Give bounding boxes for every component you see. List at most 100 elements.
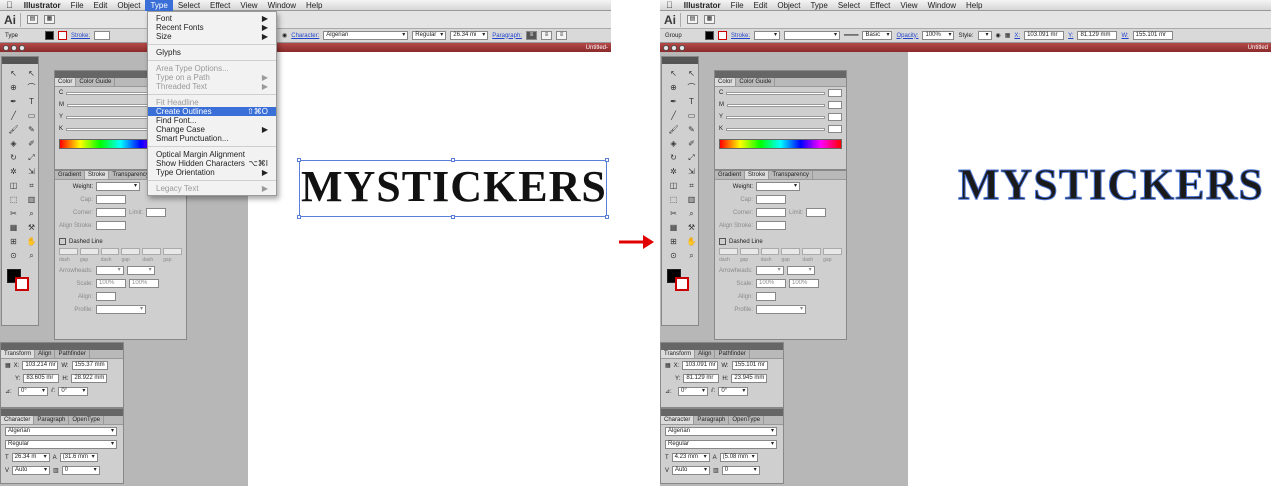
artboard[interactable] [248, 52, 611, 486]
profile-select[interactable] [96, 305, 146, 314]
color-spectrum[interactable] [719, 139, 842, 149]
tool-icon[interactable]: ⚒ [23, 221, 40, 234]
weight-field[interactable] [756, 182, 800, 191]
tool-icon[interactable]: ⌕ [683, 249, 700, 262]
tab-transparency[interactable]: Transparency [769, 171, 813, 179]
tool-icon[interactable]: ╱ [665, 109, 682, 122]
zoom-window-icon[interactable] [679, 44, 685, 51]
align-buttons[interactable] [756, 292, 776, 301]
gap-field[interactable] [739, 248, 759, 255]
tool-icon[interactable]: ◫ [5, 179, 22, 192]
type-menu-item-glyphs[interactable]: Glyphs [148, 48, 276, 57]
resize-handle[interactable] [451, 215, 455, 219]
h-field[interactable]: 23.945 mm [731, 374, 768, 383]
tab-opentype[interactable]: OpenType [729, 416, 765, 424]
align-center-icon[interactable]: ≡ [540, 31, 552, 40]
tool-icon[interactable]: ⌗ [683, 179, 700, 192]
menu-select[interactable]: Select [833, 0, 865, 11]
apple-icon[interactable]:  [660, 0, 679, 11]
tool-icon[interactable]: ⇲ [23, 165, 40, 178]
minimize-window-icon[interactable] [671, 44, 677, 51]
style-select[interactable] [977, 31, 992, 40]
tool-icon[interactable]: ⬚ [5, 193, 22, 206]
bridge-icon[interactable]: ▤ [27, 15, 38, 24]
globe-icon[interactable]: ◉ [996, 32, 1001, 39]
tool-icon[interactable]: ◈ [5, 137, 22, 150]
char-kerning-field[interactable]: Auto [672, 466, 711, 475]
tool-icon[interactable]: ✋ [23, 235, 40, 248]
tab-gradient[interactable]: Gradient [55, 171, 86, 179]
char-style-select[interactable]: Regular [665, 440, 777, 449]
char-style-select[interactable]: Regular [5, 440, 117, 449]
y-field[interactable]: 83.605 mr [23, 374, 60, 383]
font-size-field[interactable]: 26.34 mi [450, 31, 489, 40]
tool-icon[interactable]: T [683, 95, 700, 108]
scale-end-field[interactable]: 100% [129, 279, 159, 288]
character-link[interactable]: Character: [291, 33, 319, 39]
type-menu-item-font[interactable]: Font ▶ [148, 14, 276, 23]
char-kerning-field[interactable]: Auto [12, 466, 51, 475]
stroke-link[interactable]: Stroke: [71, 33, 90, 39]
menu-view[interactable]: View [235, 0, 262, 11]
tab-gradient[interactable]: Gradient [715, 171, 746, 179]
tool-icon[interactable]: ✐ [23, 137, 40, 150]
shear-field[interactable]: 0° [718, 387, 749, 396]
stroke-weight-field[interactable] [754, 31, 781, 40]
tool-icon[interactable]: ◫ [665, 179, 682, 192]
font-family-select[interactable]: Algerian [323, 31, 409, 40]
tool-icon[interactable]: ✎ [683, 123, 700, 136]
rotate-field[interactable]: 0° [18, 387, 48, 396]
tool-icon[interactable]: ⌕ [23, 249, 40, 262]
minimize-window-icon[interactable] [11, 44, 17, 51]
stroke-link[interactable]: Stroke: [731, 33, 750, 39]
app-menu[interactable]: Illustrator [679, 0, 726, 11]
tab-align[interactable]: Align [695, 350, 716, 358]
tool-icon[interactable]: ✒ [5, 95, 22, 108]
char-tracking-field[interactable]: 0 [61, 466, 100, 475]
type-menu-item-find-font[interactable]: Find Font... [148, 116, 276, 125]
align-left-icon[interactable]: ≡ [525, 31, 537, 40]
tool-icon[interactable]: ✋ [683, 235, 700, 248]
y-field[interactable]: 81.129 mm [1077, 31, 1118, 40]
corner-buttons[interactable] [96, 208, 126, 217]
arrowhead-start-select[interactable] [755, 266, 784, 275]
color-value-field[interactable] [828, 101, 842, 109]
fill-swatch[interactable] [705, 31, 714, 40]
char-font-select[interactable]: Algerian [5, 427, 117, 436]
tool-icon[interactable]: ↻ [5, 151, 22, 164]
y-link[interactable]: Y: [1068, 33, 1073, 39]
tool-icon[interactable]: ⊞ [665, 235, 682, 248]
shear-field[interactable]: 0° [58, 387, 89, 396]
tool-icon[interactable]: ⌗ [23, 179, 40, 192]
close-window-icon[interactable] [663, 44, 669, 51]
menu-help[interactable]: Help [301, 0, 327, 11]
dash-field[interactable] [760, 248, 780, 255]
color-value-field[interactable] [828, 89, 842, 97]
scale-start-field[interactable]: 100% [756, 279, 786, 288]
tool-icon[interactable]: ⊙ [665, 249, 682, 262]
gap-field[interactable] [121, 248, 141, 255]
tool-icon[interactable]: ⬚ [665, 193, 682, 206]
gap-field[interactable] [163, 248, 182, 255]
tool-icon[interactable]: ✂ [5, 207, 22, 220]
w-field[interactable]: 155.101 mr [731, 361, 768, 370]
resize-handle[interactable] [297, 215, 301, 219]
arrowhead-end-select[interactable] [126, 266, 155, 275]
tool-icon[interactable]: ⌒ [683, 81, 700, 94]
menu-type[interactable]: Type [145, 0, 173, 11]
x-field[interactable]: 103.214 mr [22, 361, 59, 370]
resize-handle[interactable] [605, 215, 609, 219]
tool-icon[interactable]: ▭ [683, 109, 700, 122]
close-window-icon[interactable] [3, 44, 9, 51]
type-menu-item-show-hidden-characters[interactable]: Show Hidden Characters ⌥⌘I [148, 159, 276, 168]
tool-icon[interactable]: ⊞ [5, 235, 22, 248]
weight-field[interactable] [96, 182, 140, 191]
tab-color[interactable]: Color [55, 78, 77, 86]
tool-icon[interactable]: ✐ [683, 137, 700, 150]
tool-icon[interactable]: ⊕ [5, 81, 22, 94]
tool-icon[interactable]: ⊙ [5, 249, 22, 262]
color-slider[interactable] [726, 91, 825, 95]
profile-select[interactable] [756, 305, 806, 314]
tab-align[interactable]: Align [35, 350, 56, 358]
type-menu-item-size[interactable]: Size ▶ [148, 32, 276, 41]
